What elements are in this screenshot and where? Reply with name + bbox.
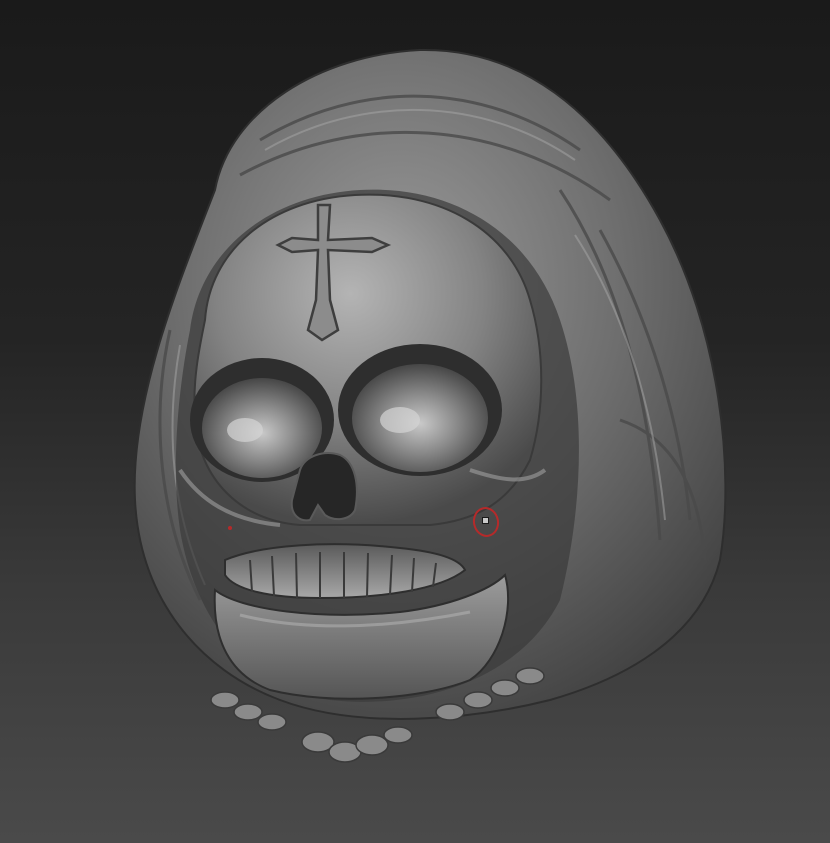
brush-cursor-center-icon (482, 517, 489, 524)
sculpt-viewport[interactable] (0, 0, 830, 843)
skull-model-render[interactable] (0, 0, 830, 843)
